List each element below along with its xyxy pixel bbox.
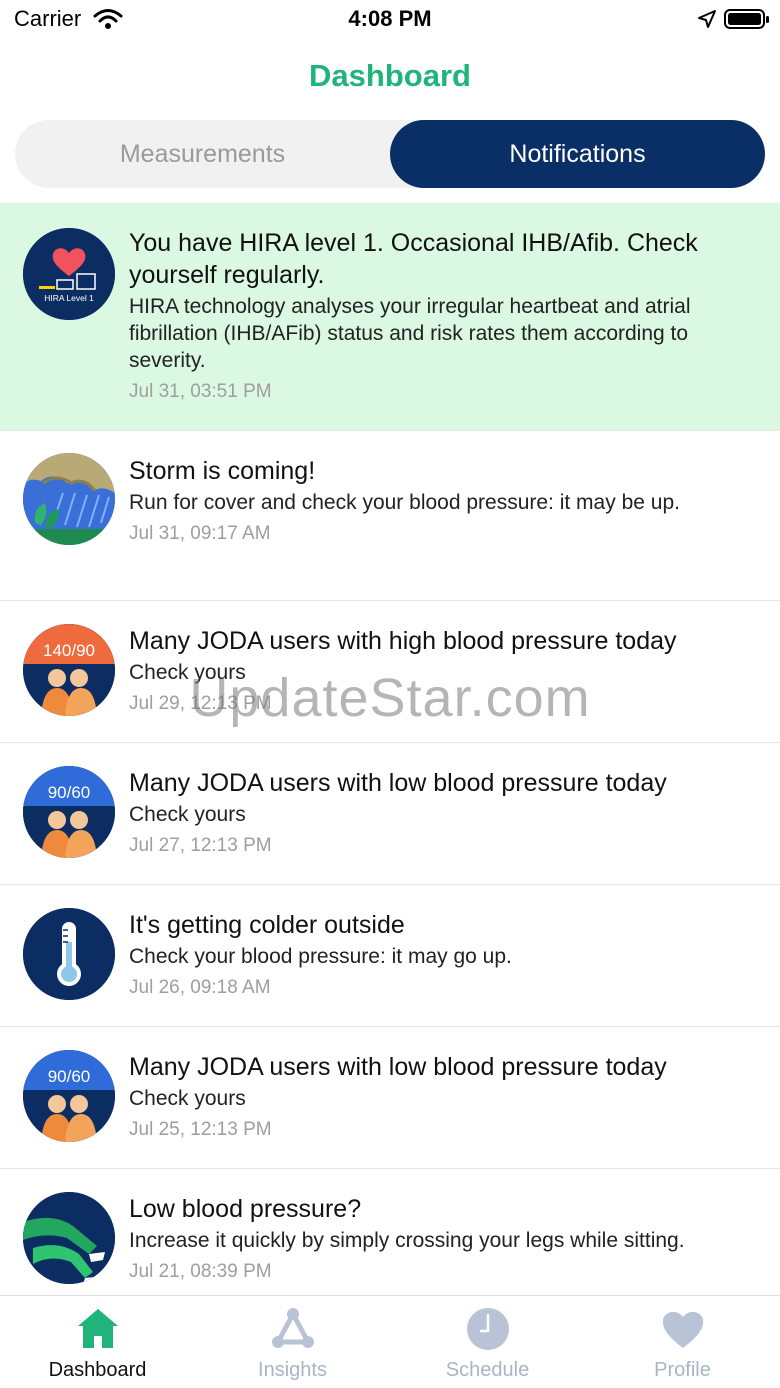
page-title: Dashboard [309,58,471,93]
notification-text: Check yours [129,1087,246,1110]
notification-date: Jul 29, 12:13 PM [129,693,272,714]
segmented-control: Measurements Notifications [15,120,765,188]
notification-item[interactable]: 90/60 Many JODA users with low blood pre… [0,743,780,885]
low-pressure-users-icon: 90/60 [23,1050,115,1142]
notification-date: Jul 21, 08:39 PM [129,1261,272,1282]
notification-text: HIRA technology analyses your irregular … [129,295,691,372]
notification-text: Check your blood pressure: it may go up. [129,945,512,968]
tab-schedule[interactable]: Schedule [390,1296,585,1388]
insights-icon [272,1308,314,1348]
notification-date: Jul 31, 03:51 PM [129,381,272,402]
low-pressure-users-icon: 90/60 [23,766,115,858]
crossed-legs-icon [23,1192,115,1284]
battery-icon [724,9,769,29]
notification-date: Jul 31, 09:17 AM [129,523,271,544]
clock-icon [467,1308,509,1350]
notification-date: Jul 25, 12:13 PM [129,1119,272,1140]
notification-list[interactable]: HIRA Level 1 You have HIRA level 1. Occa… [0,203,780,1295]
notification-title: You have HIRA level 1. Occasional IHB/Af… [129,229,698,289]
notification-title: Storm is coming! [129,457,316,485]
home-icon [78,1309,118,1348]
high-pressure-users-icon: 140/90 [23,624,115,716]
notification-item[interactable]: 90/60 Many JODA users with low blood pre… [0,1027,780,1169]
notification-title: Many JODA users with low blood pressure … [129,1053,667,1081]
notification-text: Increase it quickly by simply crossing y… [129,1229,685,1252]
tab-label: Schedule [445,1359,530,1381]
notification-date: Jul 26, 09:18 AM [129,977,271,998]
storm-icon [23,453,115,545]
tab-measurements[interactable]: Measurements [15,120,390,188]
status-bar: Carrier 4:08 PM [0,0,780,40]
status-time: 4:08 PM [348,6,432,31]
svg-text:140/90: 140/90 [43,641,95,660]
notification-text: Run for cover and check your blood press… [129,491,680,514]
svg-text:90/60: 90/60 [48,1067,91,1086]
heart-icon [662,1311,704,1348]
hira-level-heart-icon: HIRA Level 1 [23,228,115,320]
tab-insights[interactable]: Insights [195,1296,390,1388]
tab-label: Profile [654,1359,711,1381]
tab-label: Insights [258,1359,327,1381]
notification-text: Check yours [129,661,246,684]
thermometer-icon [23,908,115,1000]
tab-dashboard[interactable]: Dashboard [0,1296,195,1388]
notification-title: Low blood pressure? [129,1195,362,1223]
notification-text: Check yours [129,803,246,826]
tab-bar: Dashboard Insights Schedule Profile [0,1295,780,1388]
notification-item[interactable]: HIRA Level 1 You have HIRA level 1. Occa… [0,203,780,431]
notification-title: Many JODA users with high blood pressure… [129,627,677,655]
svg-text:HIRA Level 1: HIRA Level 1 [44,293,94,303]
svg-text:90/60: 90/60 [48,783,91,802]
notification-item[interactable]: Storm is coming! Run for cover and check… [0,431,780,601]
notification-item[interactable]: 140/90 Many JODA users with high blood p… [0,601,780,743]
notification-item[interactable]: Low blood pressure? Increase it quickly … [0,1169,780,1295]
notification-title: It's getting colder outside [129,911,405,939]
notification-date: Jul 27, 12:13 PM [129,835,272,856]
notification-title: Many JODA users with low blood pressure … [129,769,667,797]
tab-label: Dashboard [48,1359,147,1381]
notification-item[interactable]: It's getting colder outside Check your b… [0,885,780,1027]
location-arrow-icon [698,10,716,28]
tab-profile[interactable]: Profile [585,1296,780,1388]
tab-notifications[interactable]: Notifications [390,120,765,188]
